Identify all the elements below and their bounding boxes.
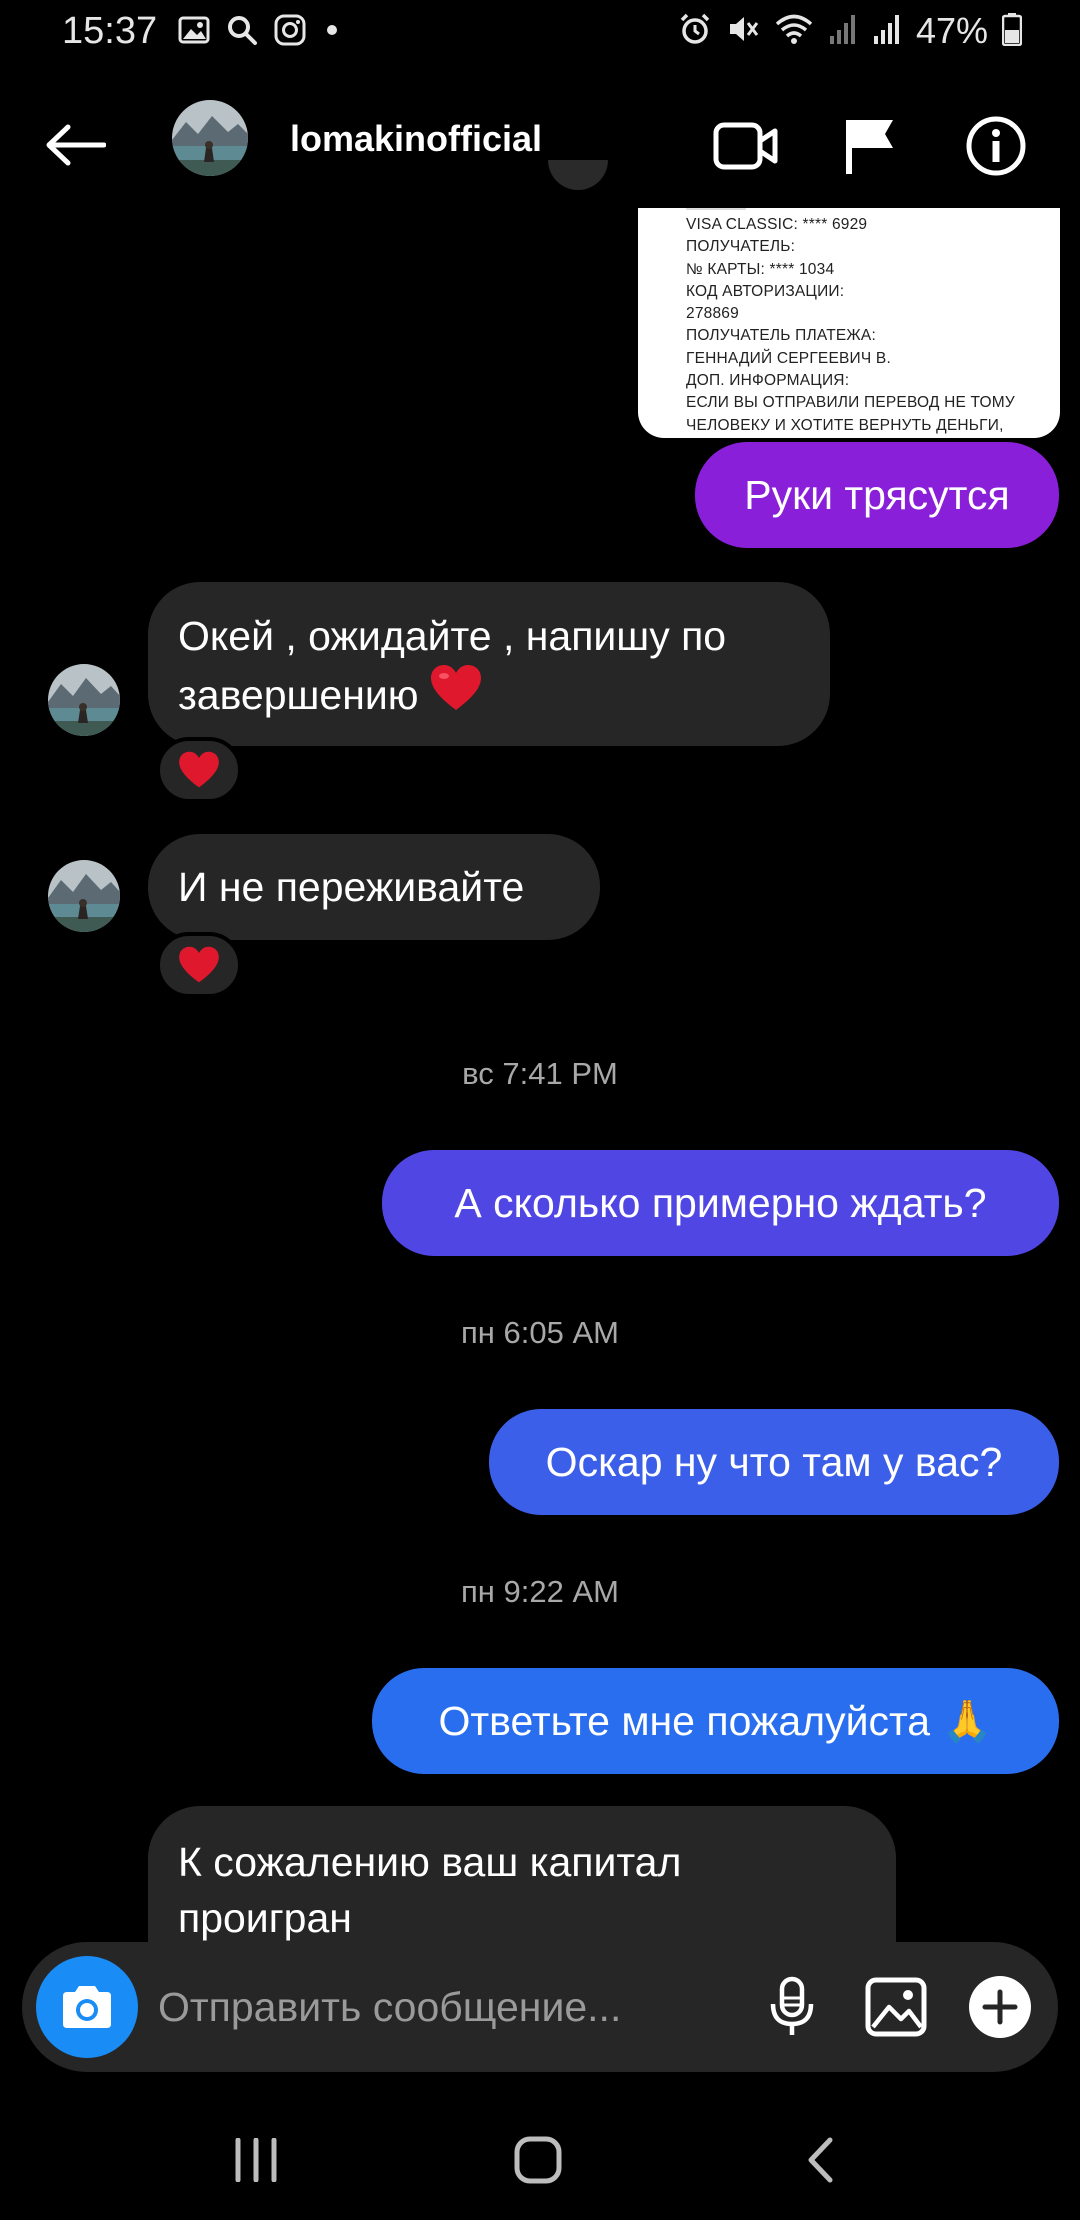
- receipt-line: ГЕННАДИЙ СЕРГЕЕВИЧ В.: [686, 349, 891, 367]
- microphone-icon: [770, 1976, 814, 2035]
- message-text: К сожалению ваш капитал: [178, 1839, 682, 1885]
- message-text: проигран: [178, 1895, 352, 1941]
- chat-username[interactable]: lomakinofficial: [290, 118, 542, 160]
- incoming-message[interactable]: И не переживайте: [148, 834, 600, 940]
- avatar: [548, 160, 608, 216]
- receipt-image[interactable]: VISA CLASSIC: **** 6929 ПОЛУЧАТЕЛЬ: № КА…: [638, 208, 1060, 438]
- receipt-line: № КАРТЫ: **** 1034: [686, 260, 835, 278]
- outgoing-message[interactable]: Оскар ну что там у вас?: [489, 1409, 1059, 1515]
- receipt-cut-line: [686, 208, 746, 210]
- dot-icon: [322, 20, 342, 45]
- status-time: 15:37: [62, 10, 158, 52]
- heart-reaction[interactable]: [156, 932, 242, 998]
- back-nav-button[interactable]: [760, 2120, 880, 2200]
- receipt-line: ЕСЛИ ВЫ ОТПРАВИЛИ ПЕРЕВОД НЕ ТОМУ: [686, 394, 1015, 412]
- gallery-icon: [865, 1977, 927, 2037]
- receipt-line: ДОП. ИНФОРМАЦИЯ:: [686, 372, 850, 390]
- status-icons-left: [178, 14, 342, 51]
- message-timestamp: пн 9:22 AM: [461, 1574, 619, 1609]
- message-text: Руки трясутся: [744, 472, 1010, 518]
- gallery-button[interactable]: [856, 1967, 936, 2047]
- avatar[interactable]: [48, 860, 120, 932]
- info-icon: [966, 116, 1026, 176]
- message-timestamp: вс 7:41 PM: [462, 1056, 618, 1091]
- back-nav-icon: [808, 2137, 833, 2183]
- signal-icon: [872, 12, 902, 51]
- microphone-button[interactable]: [752, 1967, 832, 2047]
- video-call-icon: [713, 122, 778, 170]
- system-navigation-bar: [0, 2100, 1080, 2220]
- message-text: Окей , ожидайте , напишу по: [178, 613, 727, 659]
- info-button[interactable]: [956, 106, 1036, 186]
- outgoing-message[interactable]: А сколько примерно ждать?: [382, 1150, 1059, 1256]
- heart-icon: [179, 946, 219, 983]
- message-composer: [22, 1942, 1058, 2072]
- gallery-icon: [178, 16, 210, 49]
- receipt-line: ПОЛУЧАТЕЛЬ:: [686, 238, 796, 256]
- search-icon: [226, 14, 258, 51]
- message-text: Ответьте мне пожалуйста 🙏: [438, 1698, 993, 1744]
- video-call-button[interactable]: [706, 106, 786, 186]
- alarm-icon: [678, 12, 712, 51]
- message-text: И не переживайте: [178, 864, 525, 910]
- camera-icon: [63, 1986, 111, 2028]
- avatar[interactable]: [172, 100, 248, 176]
- receipt-line: КОД АВТОРИЗАЦИИ:: [686, 282, 845, 300]
- heart-icon: [179, 751, 219, 788]
- wifi-icon: [774, 12, 814, 51]
- battery-percent: 47%: [915, 10, 988, 51]
- recent-apps-icon: [235, 2138, 277, 2182]
- add-button[interactable]: [960, 1967, 1040, 2047]
- receipt-line: 278869: [686, 305, 739, 323]
- flag-button[interactable]: [830, 106, 910, 186]
- message-text: Оскар ну что там у вас?: [545, 1439, 1003, 1485]
- battery-icon: [1001, 12, 1023, 51]
- incoming-message[interactable]: Окей , ожидайте , напишу по завершению: [148, 582, 830, 746]
- status-icons-right: 47%: [678, 10, 1023, 52]
- outgoing-message[interactable]: Ответьте мне пожалуйста 🙏: [372, 1668, 1059, 1774]
- back-button[interactable]: [40, 110, 110, 180]
- home-icon: [514, 2136, 562, 2184]
- signal-icon: [828, 12, 858, 51]
- status-bar: 15:37 47%: [0, 0, 1080, 70]
- home-button[interactable]: [478, 2120, 598, 2200]
- flag-icon: [846, 120, 893, 174]
- recent-apps-button[interactable]: [196, 2120, 316, 2200]
- message-text: завершению: [178, 672, 419, 718]
- camera-button[interactable]: [36, 1956, 138, 2058]
- outgoing-message[interactable]: Руки трясутся: [695, 442, 1059, 548]
- plus-icon: [969, 1976, 1031, 2038]
- message-timestamp: пн 6:05 AM: [461, 1315, 619, 1350]
- message-text: А сколько примерно ждать?: [454, 1180, 987, 1226]
- chat-header: lomakinofficial: [0, 88, 1080, 208]
- message-input[interactable]: [158, 1970, 718, 2044]
- heart-reaction[interactable]: [156, 737, 242, 803]
- receipt-line: ПОЛУЧАТЕЛЬ ПЛАТЕЖА:: [686, 327, 876, 345]
- avatar[interactable]: [48, 664, 120, 736]
- receipt-line: ЧЕЛОВЕКУ И ХОТИТЕ ВЕРНУТЬ ДЕНЬГИ,: [686, 416, 1004, 434]
- instagram-icon: [274, 14, 306, 51]
- receipt-line: VISA CLASSIC: **** 6929: [686, 216, 868, 233]
- mute-icon: [726, 12, 760, 51]
- back-arrow-icon: [46, 124, 106, 166]
- heart-emoji-icon: [429, 664, 483, 726]
